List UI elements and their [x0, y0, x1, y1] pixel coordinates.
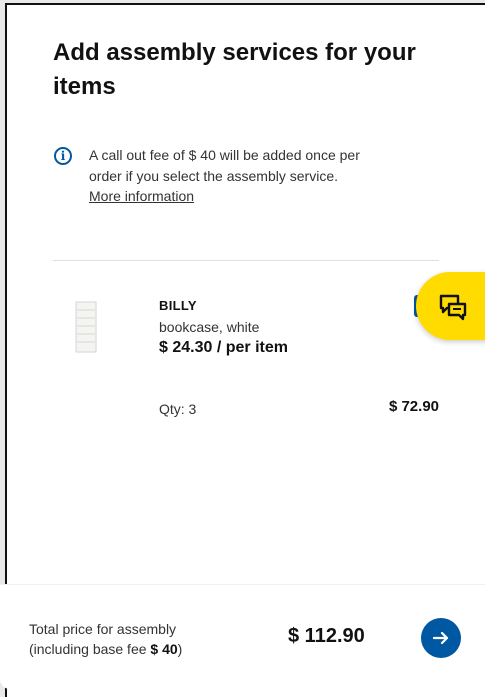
- product-image: [75, 301, 97, 353]
- continue-button[interactable]: [421, 618, 461, 658]
- arrow-right-icon: [432, 631, 449, 645]
- footer-bar: Total price for assembly (including base…: [0, 585, 485, 689]
- total-label-suffix: ): [177, 641, 183, 657]
- product-unit-price: $ 24.30 / per item: [159, 339, 288, 356]
- modal-title: Add assembly services for your items: [53, 39, 416, 100]
- total-label-prefix: (including base fee: [29, 641, 151, 657]
- total-label-line1: Total price for assembly: [29, 621, 177, 637]
- info-text: A call out fee of $ 40 will be added onc…: [89, 147, 360, 184]
- product-name: BILLY: [159, 298, 197, 313]
- line-total: $ 72.90: [388, 398, 439, 415]
- more-information-link[interactable]: More information: [89, 188, 194, 204]
- chat-button[interactable]: [416, 272, 485, 340]
- chat-icon: [439, 294, 467, 321]
- product-quantity: Qty: 3: [159, 401, 197, 417]
- page: Add assembly services for your items i A…: [0, 0, 485, 697]
- divider: [53, 260, 439, 261]
- info-icon: i: [54, 147, 72, 165]
- assembly-total-price: $ 112.90: [288, 625, 365, 647]
- product-description: bookcase, white: [159, 319, 260, 335]
- base-fee: $ 40: [150, 641, 178, 657]
- total-label: Total price for assembly (including base…: [29, 619, 182, 659]
